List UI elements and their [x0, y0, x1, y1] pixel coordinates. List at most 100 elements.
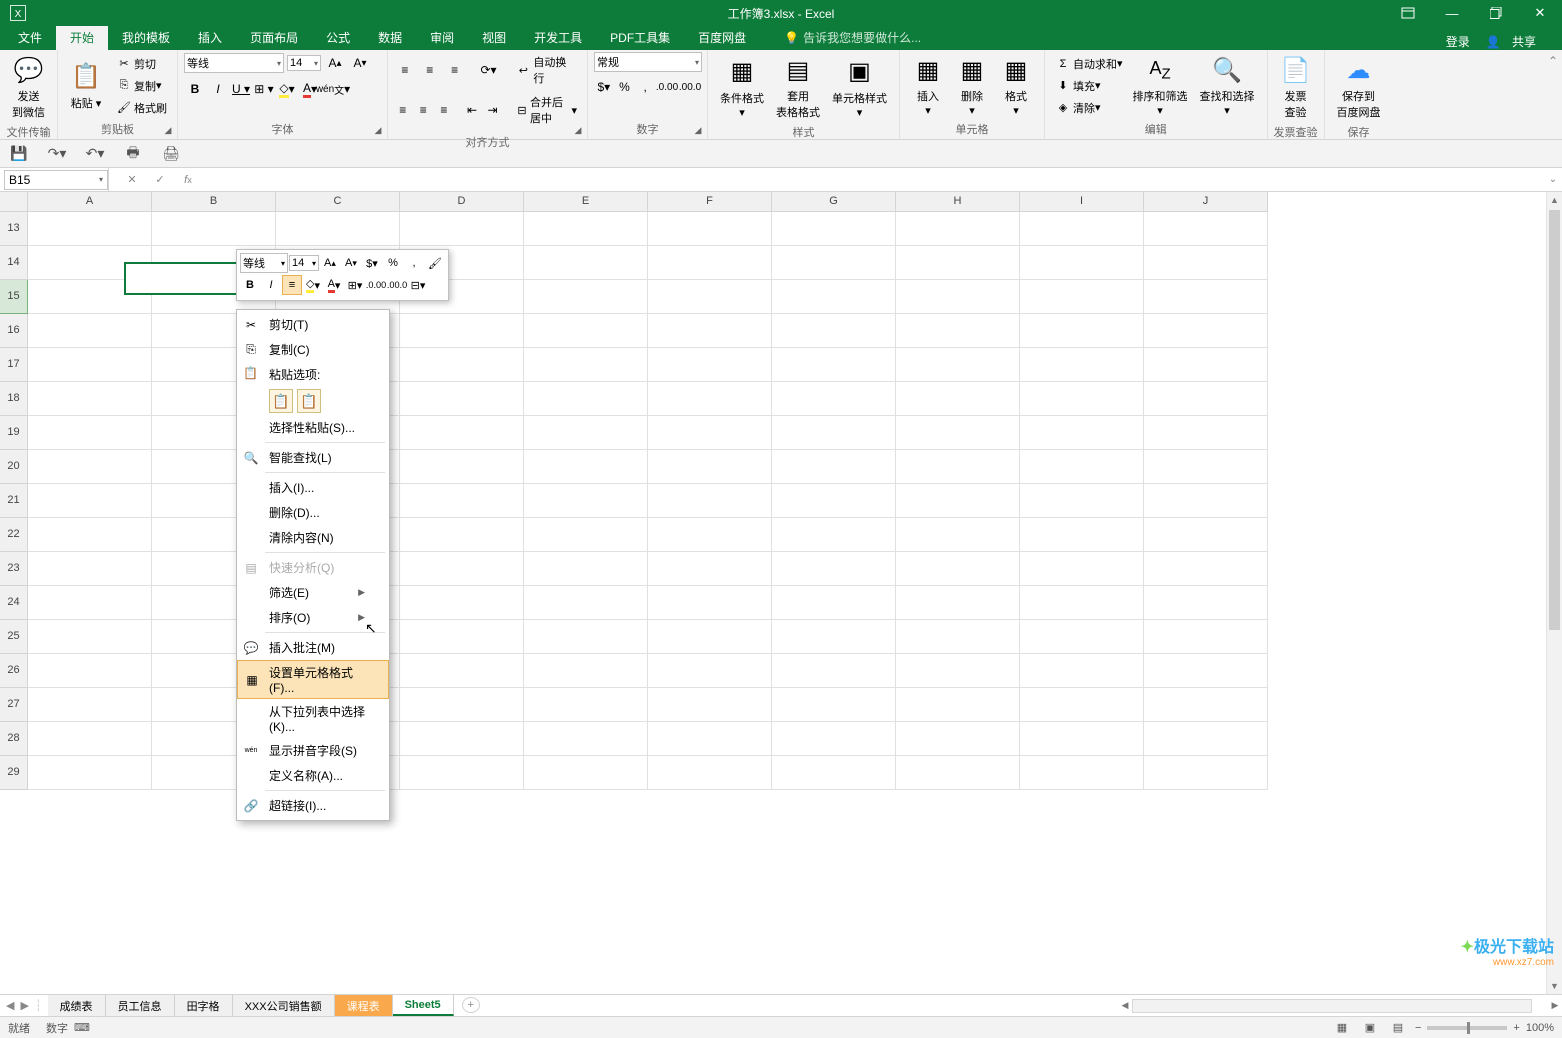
cell[interactable]	[772, 756, 896, 790]
cell[interactable]	[524, 552, 648, 586]
mini-merge-icon[interactable]: ⊟▾	[408, 275, 428, 295]
cell[interactable]	[772, 212, 896, 246]
cell[interactable]	[896, 722, 1020, 756]
autosum-button[interactable]: Σ自动求和 ▾	[1051, 54, 1127, 74]
cell[interactable]	[648, 484, 772, 518]
cell[interactable]	[648, 382, 772, 416]
cell[interactable]	[28, 314, 152, 348]
cell[interactable]	[1144, 620, 1268, 654]
ctx-define-name[interactable]: 定义名称(A)...	[237, 763, 389, 788]
column-header[interactable]: H	[896, 192, 1020, 212]
tab-formulas[interactable]: 公式	[312, 25, 364, 50]
tab-review[interactable]: 审阅	[416, 25, 468, 50]
tab-pdf[interactable]: PDF工具集	[596, 25, 684, 50]
horizontal-scrollbar[interactable]	[1132, 999, 1532, 1013]
ctx-insert-comment[interactable]: 💬插入批注(M)	[237, 635, 389, 660]
row-header[interactable]: 21	[0, 484, 28, 518]
mini-font-combo[interactable]: 等线▾	[240, 253, 288, 273]
cell[interactable]	[1020, 586, 1144, 620]
tab-templates[interactable]: 我的模板	[108, 25, 184, 50]
cell[interactable]	[648, 688, 772, 722]
align-middle-icon[interactable]: ≡	[419, 59, 441, 81]
indent-increase-icon[interactable]: ⇥	[484, 99, 502, 121]
cell[interactable]	[400, 518, 524, 552]
tab-view[interactable]: 视图	[468, 25, 520, 50]
cell[interactable]	[400, 348, 524, 382]
cell[interactable]	[896, 552, 1020, 586]
login-link[interactable]: 登录	[1438, 33, 1478, 50]
tell-me-search[interactable]: 💡告诉我您想要做什么...	[776, 25, 929, 50]
cell[interactable]	[1144, 416, 1268, 450]
cell[interactable]	[524, 280, 648, 314]
cell[interactable]	[896, 484, 1020, 518]
mini-comma-icon[interactable]: ,	[404, 253, 424, 273]
cell[interactable]	[648, 586, 772, 620]
underline-button[interactable]: U ▾	[230, 78, 252, 100]
mini-format-painter-icon[interactable]: 🖌	[425, 253, 445, 273]
comma-icon[interactable]: ,	[635, 76, 655, 98]
cell[interactable]	[524, 484, 648, 518]
scroll-thumb[interactable]	[1549, 210, 1560, 630]
ctx-pinyin[interactable]: wén显示拼音字段(S)	[237, 738, 389, 763]
cell[interactable]	[1020, 620, 1144, 654]
row-header[interactable]: 14	[0, 246, 28, 280]
cell[interactable]	[896, 246, 1020, 280]
cell[interactable]	[28, 348, 152, 382]
cell[interactable]	[400, 212, 524, 246]
cell[interactable]	[28, 518, 152, 552]
format-table-button[interactable]: ▤套用 表格格式	[770, 52, 826, 122]
cell[interactable]	[772, 620, 896, 654]
cell[interactable]	[648, 314, 772, 348]
hscroll-left-icon[interactable]: ◀	[1118, 999, 1132, 1013]
orientation-icon[interactable]: ⟳▾	[478, 59, 500, 81]
font-launcher[interactable]: ◢	[371, 123, 385, 137]
fill-color-button[interactable]: ◇▾	[276, 78, 298, 100]
column-header[interactable]: D	[400, 192, 524, 212]
mini-align-center-icon[interactable]: ≡	[282, 275, 302, 295]
cell[interactable]	[896, 654, 1020, 688]
cell[interactable]	[896, 450, 1020, 484]
cell[interactable]	[276, 212, 400, 246]
mini-font-color-icon[interactable]: A▾	[324, 275, 344, 295]
formula-input[interactable]	[202, 170, 1544, 190]
increase-decimal-icon[interactable]: .0.00	[656, 76, 678, 98]
scroll-up-icon[interactable]: ▲	[1547, 192, 1562, 208]
cell[interactable]	[1020, 416, 1144, 450]
cell[interactable]	[648, 246, 772, 280]
undo-icon[interactable]: ↶▾	[84, 143, 106, 165]
cell[interactable]	[1020, 722, 1144, 756]
sheet-tab[interactable]: XXX公司销售额	[233, 995, 335, 1016]
ctx-paste-special[interactable]: 选择性粘贴(S)...	[237, 415, 389, 440]
align-center-icon[interactable]: ≡	[415, 99, 433, 121]
mini-decrease-font-icon[interactable]: A▾	[341, 253, 361, 273]
mini-fill-color-icon[interactable]: ◇▾	[303, 275, 323, 295]
cell[interactable]	[28, 450, 152, 484]
cell[interactable]	[400, 552, 524, 586]
tab-baidu[interactable]: 百度网盘	[684, 25, 760, 50]
ctx-delete[interactable]: 删除(D)...	[237, 500, 389, 525]
align-right-icon[interactable]: ≡	[435, 99, 453, 121]
row-header[interactable]: 24	[0, 586, 28, 620]
cell[interactable]	[1020, 246, 1144, 280]
cell[interactable]	[1144, 586, 1268, 620]
save-icon[interactable]: 💾	[8, 143, 30, 165]
cell[interactable]	[28, 280, 152, 314]
normal-view-icon[interactable]: ▦	[1331, 1019, 1353, 1037]
cell[interactable]	[400, 484, 524, 518]
ctx-clear[interactable]: 清除内容(N)	[237, 525, 389, 550]
column-header[interactable]: B	[152, 192, 276, 212]
cell[interactable]	[896, 280, 1020, 314]
ctx-dropdown[interactable]: 从下拉列表中选择(K)...	[237, 699, 389, 738]
cell[interactable]	[772, 450, 896, 484]
increase-font-icon[interactable]: A▴	[324, 52, 346, 74]
cell[interactable]	[896, 314, 1020, 348]
cell[interactable]	[400, 416, 524, 450]
cell[interactable]	[400, 688, 524, 722]
row-header[interactable]: 18	[0, 382, 28, 416]
find-select-button[interactable]: 🔍查找和选择▾	[1194, 52, 1261, 119]
clear-button[interactable]: ◈清除 ▾	[1051, 98, 1127, 118]
sheet-nav-prev[interactable]: ◀	[6, 999, 14, 1012]
cell[interactable]	[28, 756, 152, 790]
cell[interactable]	[28, 382, 152, 416]
cell[interactable]	[896, 212, 1020, 246]
